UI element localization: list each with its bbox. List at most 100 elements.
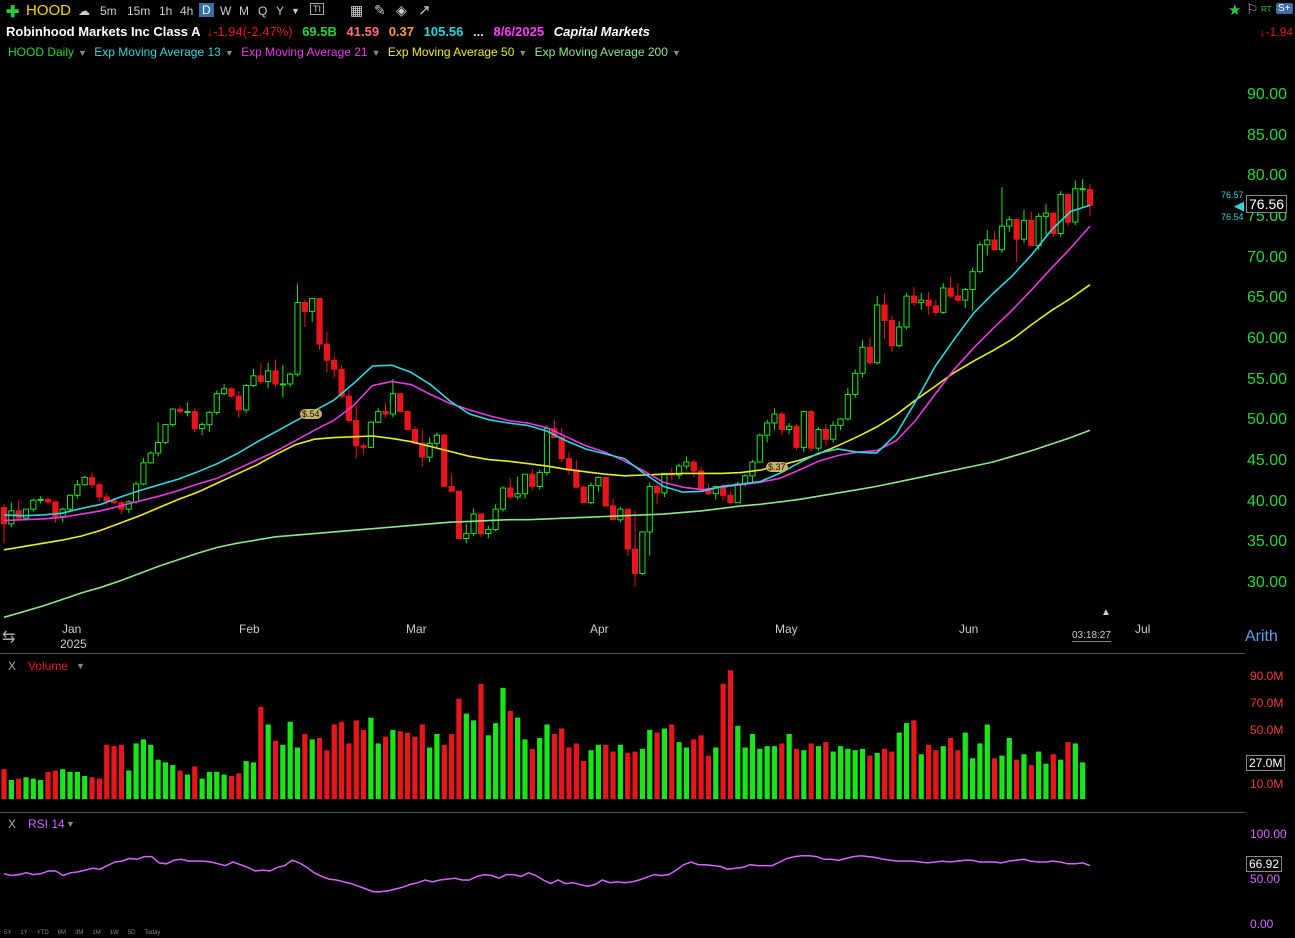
volume-bar: [221, 774, 227, 799]
candle-body: [22, 508, 30, 519]
candle-body: [786, 425, 793, 430]
candle-body: [830, 424, 837, 440]
candle-body: [8, 510, 15, 525]
volume-bar: [441, 744, 447, 799]
volume-bar: [412, 736, 418, 799]
scale-mode[interactable]: Arith: [1245, 628, 1278, 646]
volume-bar: [632, 751, 638, 799]
volume-bar: [368, 717, 374, 799]
volume-bar: [793, 748, 800, 799]
price-tick-label: 65.00: [1246, 289, 1287, 307]
dividend-marker-1[interactable]: $.54: [300, 409, 322, 419]
candle-body: [294, 302, 301, 375]
volume-bar: [845, 748, 851, 799]
range-button[interactable]: Today: [144, 930, 160, 936]
volume-bar: [338, 721, 345, 799]
candle-body: [103, 496, 110, 502]
volume-close-icon[interactable]: X: [8, 659, 16, 673]
volume-bar: [925, 744, 932, 799]
volume-bar: [617, 744, 623, 799]
clock-label: 03:18:27: [1072, 630, 1111, 642]
scroll-up-icon[interactable]: ▲: [1101, 607, 1111, 618]
candle-body: [587, 485, 595, 504]
volume-bar: [815, 746, 822, 799]
range-button[interactable]: 3M: [75, 930, 83, 936]
candle-body: [323, 343, 330, 361]
volume-title[interactable]: Volume: [28, 659, 68, 673]
volume-bar: [691, 739, 697, 799]
volume-bar: [764, 746, 770, 799]
price-tick-label: 55.00: [1246, 370, 1287, 388]
volume-dropdown-icon[interactable]: ▼: [76, 661, 85, 671]
candle-body: [690, 461, 697, 472]
volume-bar: [867, 755, 873, 799]
price-chart[interactable]: [0, 0, 1295, 938]
volume-bar: [397, 731, 403, 799]
volume-tick-label: 90.0M: [1250, 669, 1284, 683]
candle-body: [279, 383, 286, 386]
candle-body: [793, 425, 800, 448]
volume-bar: [38, 780, 44, 799]
volume-bar: [485, 735, 491, 799]
volume-bar: [727, 670, 734, 799]
candle-body: [213, 393, 220, 413]
volume-bar: [830, 751, 836, 799]
panel-divider-1: [0, 653, 1245, 654]
volume-bar: [1080, 762, 1086, 799]
candle-body: [455, 490, 463, 539]
candle-body: [507, 487, 514, 498]
candle-body: [595, 476, 602, 487]
candle-body: [301, 302, 308, 313]
candle-body: [367, 421, 374, 448]
volume-bar: [896, 732, 902, 799]
range-button[interactable]: 1W: [110, 930, 119, 936]
volume-bar: [940, 746, 946, 799]
volume-bar: [705, 755, 712, 799]
volume-bar: [911, 720, 917, 799]
volume-bar: [265, 724, 271, 799]
reset-zoom-icon[interactable]: ⇆: [2, 627, 15, 647]
candle-body: [235, 395, 242, 411]
candle-body: [309, 298, 316, 313]
candle-body: [257, 375, 264, 382]
candle-body: [940, 287, 947, 313]
volume-bar: [199, 778, 205, 799]
range-button[interactable]: 5D: [128, 930, 136, 936]
rsi-tick-label: 0.00: [1250, 917, 1274, 931]
volume-bar: [1043, 763, 1049, 799]
candle-body: [477, 513, 485, 535]
volume-bar: [933, 750, 939, 799]
dividend-marker-2[interactable]: $.37: [766, 462, 788, 472]
volume-bar: [214, 771, 220, 799]
price-tick-label: 60.00: [1246, 330, 1287, 347]
time-tick-label: Feb: [239, 622, 260, 636]
candle-body: [360, 445, 367, 448]
volume-bar: [735, 725, 741, 799]
volume-bar: [647, 729, 653, 799]
candle-body: [653, 485, 661, 494]
candle-body: [727, 494, 734, 504]
volume-bar: [294, 747, 301, 799]
rsi-title[interactable]: RSI 14: [28, 817, 65, 831]
range-button[interactable]: 5Y: [4, 930, 11, 936]
rsi-tick-label: 50.00: [1250, 872, 1281, 886]
volume-bar: [456, 698, 462, 799]
volume-bar: [118, 744, 125, 799]
volume-bar: [1065, 742, 1071, 799]
range-button[interactable]: YTD: [37, 930, 49, 936]
range-button[interactable]: 1M: [92, 930, 100, 936]
rsi-last-tag: 66.92: [1246, 856, 1283, 872]
range-button[interactable]: 6M: [58, 930, 66, 936]
volume-bar: [992, 758, 998, 799]
candle-body: [37, 498, 44, 501]
volume-bar: [999, 755, 1005, 799]
candle-body: [896, 326, 903, 347]
rsi-close-icon[interactable]: X: [8, 817, 16, 831]
volume-bar: [184, 774, 191, 799]
volume-bar: [192, 766, 198, 799]
range-button[interactable]: 1Y: [20, 930, 27, 936]
volume-bar: [250, 762, 257, 799]
candle-body: [778, 413, 785, 430]
rsi-dropdown-icon[interactable]: ▼: [66, 819, 75, 829]
candle-body: [573, 469, 580, 488]
